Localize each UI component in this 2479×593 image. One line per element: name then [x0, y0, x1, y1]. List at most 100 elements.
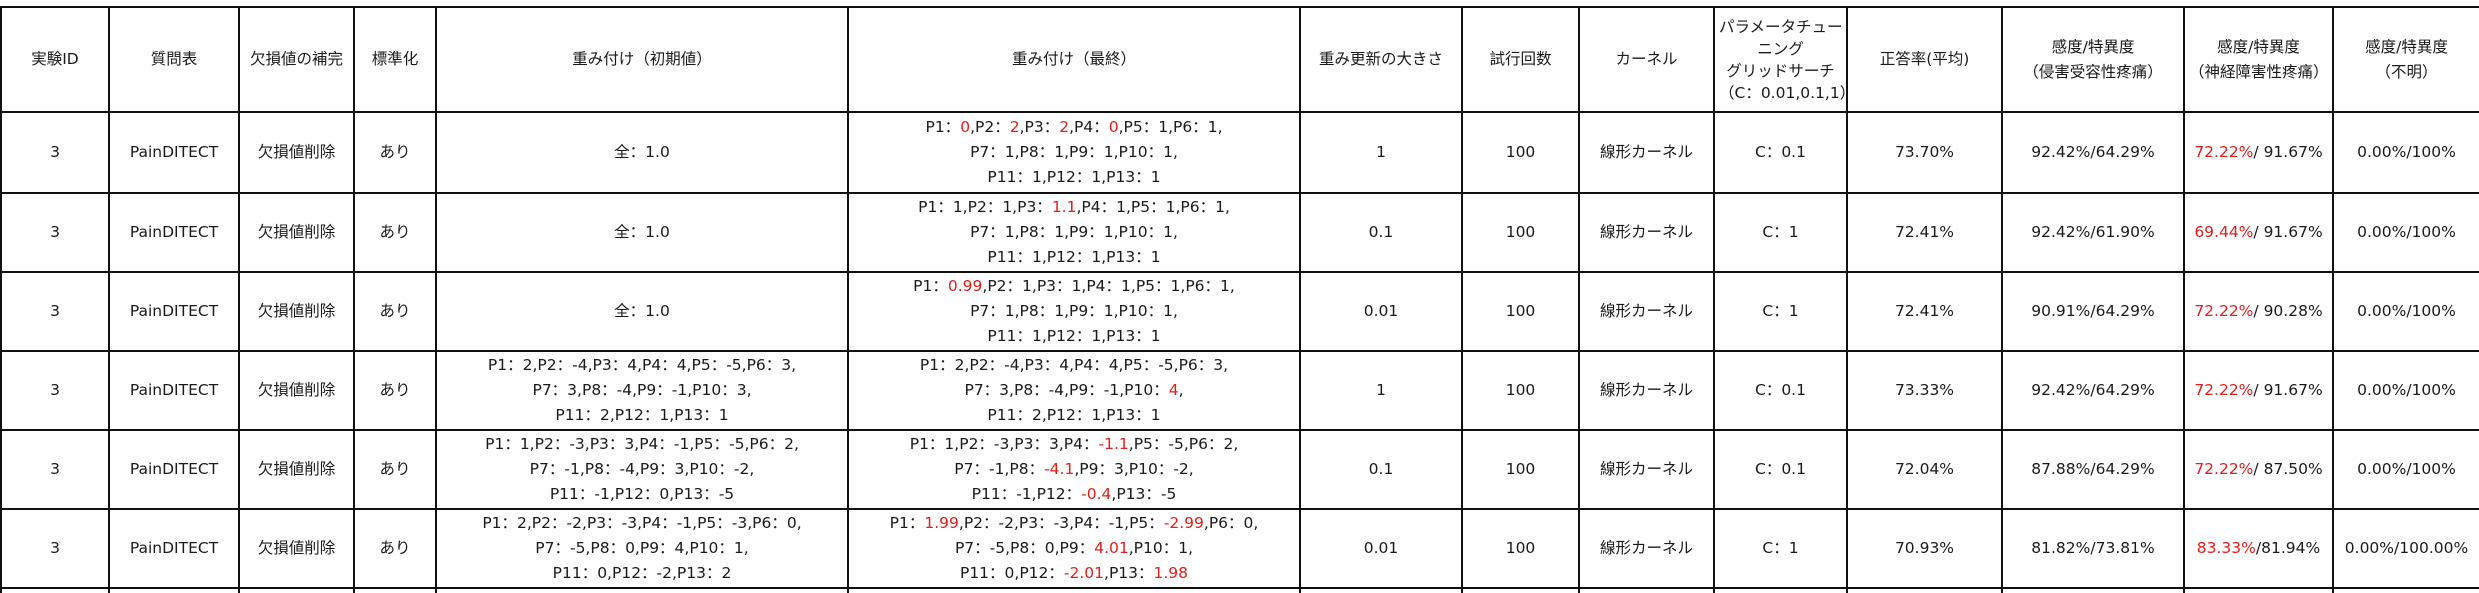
cell-questionnaire[interactable]: PainDITECT [108, 111, 240, 194]
cell-unknown[interactable]: 0.00%/100.00% [2332, 508, 2479, 589]
cell-update-size[interactable]: 0.1 [1299, 192, 1463, 273]
cell-kernel[interactable]: 線形カーネル [1578, 192, 1715, 273]
cell-trials[interactable]: 100 [1461, 192, 1580, 273]
header-cell-neuropathic[interactable]: 感度/特異度 （神経障害性疼痛） [2183, 6, 2334, 113]
cell-questionnaire[interactable]: PainDITECT [108, 508, 240, 589]
cell-kernel[interactable]: 線形カーネル [1578, 111, 1715, 194]
cell-neuropathic[interactable]: 72.22%/ 91.67% [2183, 350, 2334, 431]
cell-trials[interactable]: 100 [1461, 350, 1580, 431]
cell-imputation[interactable]: 欠損値削除 [238, 192, 355, 273]
cell-trials[interactable]: 100 [1461, 111, 1580, 194]
cell-accuracy[interactable]: 70.93% [1846, 508, 2003, 589]
cell-imputation[interactable]: 欠損値削除 [238, 429, 355, 510]
cell-kernel[interactable]: 線形カーネル [1578, 271, 1715, 352]
cell-final-weights[interactable]: P1：1,P2：-3,P3：3,P4：-1.1,P5：-5,P6：2, P7：-1… [847, 429, 1301, 510]
cell-initial-weights[interactable]: P1：2,P2：-4,P3：4,P4：4,P5：-5,P6：3, P7：3,P8：… [435, 350, 849, 431]
cell-nociceptive[interactable]: 92.42%/61.90% [2001, 192, 2185, 273]
cell-imputation[interactable]: 欠損値削除 [238, 508, 355, 589]
table-cell[interactable] [1299, 587, 1463, 593]
cell-parameter[interactable]: C：1 [1713, 192, 1848, 273]
cell-questionnaire[interactable]: PainDITECT [108, 350, 240, 431]
cell-unknown[interactable]: 0.00%/100% [2332, 350, 2479, 431]
cell-final-weights[interactable]: P1：1,P2：1,P3：1.1,P4：1,P5：1,P6：1, P7：1,P8：… [847, 192, 1301, 273]
cell-parameter[interactable]: C：1 [1713, 508, 1848, 589]
header-cell-imputation[interactable]: 欠損値の補完 [238, 6, 355, 113]
cell-standardization[interactable]: あり [353, 429, 437, 510]
cell-questionnaire[interactable]: PainDITECT [108, 192, 240, 273]
cell-kernel[interactable]: 線形カーネル [1578, 429, 1715, 510]
cell-accuracy[interactable]: 72.41% [1846, 271, 2003, 352]
cell-standardization[interactable]: あり [353, 192, 437, 273]
cell-experiment-id[interactable]: 3 [0, 508, 110, 589]
cell-questionnaire[interactable]: PainDITECT [108, 271, 240, 352]
cell-unknown[interactable]: 0.00%/100% [2332, 271, 2479, 352]
cell-update-size[interactable]: 0.01 [1299, 508, 1463, 589]
table-cell[interactable] [1713, 587, 1848, 593]
header-cell-initial-weights[interactable]: 重み付け（初期値） [435, 6, 849, 113]
cell-standardization[interactable]: あり [353, 111, 437, 194]
cell-final-weights[interactable]: P1：0.99,P2：1,P3：1,P4：1,P5：1,P6：1, P7：1,P8… [847, 271, 1301, 352]
table-cell[interactable] [2001, 587, 2185, 593]
table-cell[interactable] [353, 587, 437, 593]
table-cell[interactable] [2332, 587, 2479, 593]
cell-parameter[interactable]: C：0.1 [1713, 350, 1848, 431]
cell-nociceptive[interactable]: 92.42%/64.29% [2001, 350, 2185, 431]
header-cell-update-size[interactable]: 重み更新の大きさ [1299, 6, 1463, 113]
table-cell[interactable] [847, 587, 1301, 593]
cell-nociceptive[interactable]: 81.82%/73.81% [2001, 508, 2185, 589]
cell-initial-weights[interactable]: 全：1.0 [435, 111, 849, 194]
cell-neuropathic[interactable]: 83.33%/81.94% [2183, 508, 2334, 589]
cell-unknown[interactable]: 0.00%/100% [2332, 429, 2479, 510]
cell-update-size[interactable]: 1 [1299, 111, 1463, 194]
header-cell-trials[interactable]: 試行回数 [1461, 6, 1580, 113]
header-cell-parameter-tuning[interactable]: パラメータチュー ニング グリッドサーチ （C：0.01,0.1,1） [1713, 6, 1848, 113]
cell-nociceptive[interactable]: 90.91%/64.29% [2001, 271, 2185, 352]
table-cell[interactable] [2183, 587, 2334, 593]
header-cell-kernel[interactable]: カーネル [1578, 6, 1715, 113]
header-cell-final-weights[interactable]: 重み付け（最終） [847, 6, 1301, 113]
table-cell[interactable] [1846, 587, 2003, 593]
cell-initial-weights[interactable]: 全：1.0 [435, 192, 849, 273]
cell-final-weights[interactable]: P1：2,P2：-4,P3：4,P4：4,P5：-5,P6：3, P7：3,P8：… [847, 350, 1301, 431]
cell-unknown[interactable]: 0.00%/100% [2332, 111, 2479, 194]
table-cell[interactable] [238, 587, 355, 593]
header-cell-accuracy[interactable]: 正答率(平均) [1846, 6, 2003, 113]
cell-kernel[interactable]: 線形カーネル [1578, 350, 1715, 431]
cell-update-size[interactable]: 0.1 [1299, 429, 1463, 510]
cell-trials[interactable]: 100 [1461, 508, 1580, 589]
cell-neuropathic[interactable]: 69.44%/ 91.67% [2183, 192, 2334, 273]
header-cell-unknown[interactable]: 感度/特異度 （不明） [2332, 6, 2479, 113]
cell-neuropathic[interactable]: 72.22%/ 91.67% [2183, 111, 2334, 194]
header-cell-standardization[interactable]: 標準化 [353, 6, 437, 113]
cell-unknown[interactable]: 0.00%/100% [2332, 192, 2479, 273]
cell-parameter[interactable]: C：1 [1713, 271, 1848, 352]
cell-accuracy[interactable]: 73.33% [1846, 350, 2003, 431]
cell-final-weights[interactable]: P1：1.99,P2：-2,P3：-3,P4：-1,P5：-2.99,P6：0,… [847, 508, 1301, 589]
header-cell-questionnaire[interactable]: 質問表 [108, 6, 240, 113]
cell-neuropathic[interactable]: 72.22%/ 90.28% [2183, 271, 2334, 352]
cell-experiment-id[interactable]: 3 [0, 111, 110, 194]
cell-experiment-id[interactable]: 3 [0, 271, 110, 352]
cell-accuracy[interactable]: 73.70% [1846, 111, 2003, 194]
cell-update-size[interactable]: 1 [1299, 350, 1463, 431]
cell-parameter[interactable]: C：0.1 [1713, 429, 1848, 510]
cell-imputation[interactable]: 欠損値削除 [238, 271, 355, 352]
cell-imputation[interactable]: 欠損値削除 [238, 350, 355, 431]
table-cell[interactable] [0, 587, 110, 593]
header-cell-nociceptive[interactable]: 感度/特異度 （侵害受容性疼痛） [2001, 6, 2185, 113]
cell-standardization[interactable]: あり [353, 271, 437, 352]
cell-nociceptive[interactable]: 92.42%/64.29% [2001, 111, 2185, 194]
cell-parameter[interactable]: C：0.1 [1713, 111, 1848, 194]
cell-final-weights[interactable]: P1：0,P2：2,P3：2,P4：0,P5：1,P6：1, P7：1,P8：1,… [847, 111, 1301, 194]
cell-neuropathic[interactable]: 72.22%/ 87.50% [2183, 429, 2334, 510]
cell-experiment-id[interactable]: 3 [0, 429, 110, 510]
cell-update-size[interactable]: 0.01 [1299, 271, 1463, 352]
table-cell[interactable] [1578, 587, 1715, 593]
cell-initial-weights[interactable]: P1：2,P2：-2,P3：-3,P4：-1,P5：-3,P6：0, P7：-5,… [435, 508, 849, 589]
cell-experiment-id[interactable]: 3 [0, 350, 110, 431]
cell-accuracy[interactable]: 72.04% [1846, 429, 2003, 510]
cell-initial-weights[interactable]: 全：1.0 [435, 271, 849, 352]
cell-questionnaire[interactable]: PainDITECT [108, 429, 240, 510]
cell-kernel[interactable]: 線形カーネル [1578, 508, 1715, 589]
cell-trials[interactable]: 100 [1461, 429, 1580, 510]
